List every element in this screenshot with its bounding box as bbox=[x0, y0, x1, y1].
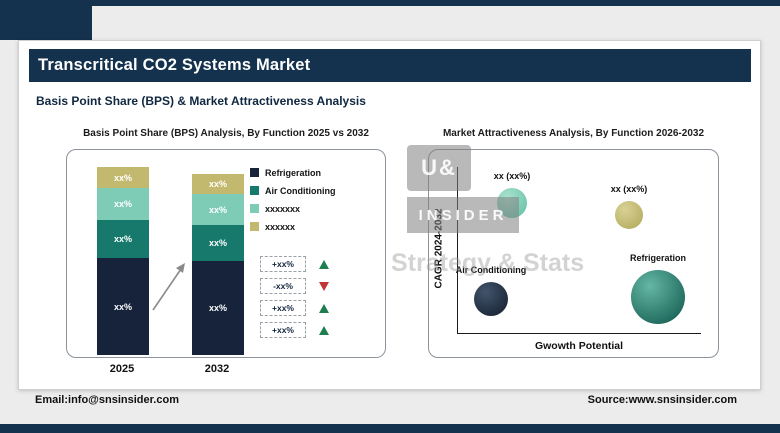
title-bar: Transcritical CO2 Systems Market bbox=[29, 49, 751, 82]
footer-email: Email:info@snsinsider.com bbox=[35, 394, 179, 406]
legend-item: Air Conditioning bbox=[250, 185, 335, 196]
bubble-label: Refrigeration bbox=[629, 253, 687, 263]
bps-panel: xx% xx% xx% xx% xx% xx% xx% xx% Refrigeration Ai… bbox=[66, 149, 386, 358]
bps-change-row: +xx% bbox=[260, 256, 329, 272]
top-border-strip bbox=[0, 0, 780, 6]
legend-swatch bbox=[250, 204, 259, 213]
bubble-khaki bbox=[615, 201, 643, 229]
legend-label: Air Conditioning bbox=[265, 185, 336, 196]
triangle-up-icon bbox=[319, 325, 329, 335]
bps-plot-area: xx% xx% xx% xx% xx% xx% xx% xx% bbox=[67, 150, 385, 357]
attract-plot-area: xx (xx%) xx (xx%) Air Conditioning Refriger… bbox=[429, 150, 718, 357]
bps-change-row: +xx% bbox=[260, 322, 329, 338]
bps-legend: Refrigeration Air Conditioning xxxxxxx xxxx… bbox=[250, 167, 335, 232]
trend-arrow-icon bbox=[152, 263, 185, 311]
report-card: Transcritical CO2 Systems Market Basis P… bbox=[18, 40, 761, 390]
triangle-up-icon bbox=[319, 259, 329, 269]
legend-label: xxxxxx bbox=[265, 221, 296, 232]
stacked-bar-2025: xx% xx% xx% xx% bbox=[97, 167, 149, 355]
bar-segment-refrigeration: xx% bbox=[192, 261, 244, 355]
legend-swatch bbox=[250, 168, 259, 177]
legend-item: xxxxxx bbox=[250, 221, 335, 232]
top-left-corner-block bbox=[0, 0, 92, 40]
bps-change-row: -xx% bbox=[260, 278, 329, 294]
bps-change-value: -xx% bbox=[260, 278, 306, 294]
bubble-label: xx (xx%) bbox=[493, 171, 531, 181]
stacked-bar-2032: xx% xx% xx% xx% bbox=[192, 174, 244, 355]
bps-chart-title: Basis Point Share (BPS) Analysis, By Fun… bbox=[83, 128, 369, 139]
legend-label: xxxxxxx bbox=[265, 203, 301, 214]
bubble-teal bbox=[631, 270, 685, 324]
bar-segment-air-conditioning: xx% bbox=[97, 220, 149, 258]
legend-swatch bbox=[250, 222, 259, 231]
bubble-label: xx (xx%) bbox=[610, 184, 648, 194]
bottom-border-strip bbox=[0, 424, 780, 433]
bar-segment-xxxxxxx: xx% bbox=[192, 194, 244, 225]
triangle-up-icon bbox=[319, 303, 329, 313]
legend-swatch bbox=[250, 186, 259, 195]
bar-segment-refrigeration: xx% bbox=[97, 258, 149, 355]
bps-change-value: +xx% bbox=[260, 300, 306, 316]
bps-change-row: +xx% bbox=[260, 300, 329, 316]
legend-item: Refrigeration bbox=[250, 167, 335, 178]
bubble-lightteal bbox=[497, 188, 527, 218]
axis-label-2032: 2032 bbox=[204, 363, 230, 375]
infographic-page: Transcritical CO2 Systems Market Basis P… bbox=[0, 0, 780, 433]
attract-chart-title: Market Attractiveness Analysis, By Funct… bbox=[442, 128, 705, 139]
legend-item: xxxxxxx bbox=[250, 203, 335, 214]
bps-change-value: +xx% bbox=[260, 256, 306, 272]
bubble-label: Air Conditioning bbox=[455, 265, 527, 275]
attract-panel: CAGR 2024-2032 Gwowth Potential xx (xx%)… bbox=[428, 149, 719, 358]
subtitle: Basis Point Share (BPS) & Market Attract… bbox=[36, 94, 366, 108]
bar-segment-xxxxxx: xx% bbox=[192, 174, 244, 194]
bps-change-value: +xx% bbox=[260, 322, 306, 338]
bps-changes: +xx% -xx% +xx% +xx% bbox=[260, 256, 329, 338]
triangle-down-icon bbox=[319, 281, 329, 291]
legend-label: Refrigeration bbox=[265, 167, 322, 178]
bar-segment-xxxxxx: xx% bbox=[97, 167, 149, 188]
axis-label-2025: 2025 bbox=[109, 363, 135, 375]
footer-source: Source:www.snsinsider.com bbox=[587, 394, 737, 406]
bar-segment-xxxxxxx: xx% bbox=[97, 188, 149, 220]
bubble-navy bbox=[474, 282, 508, 316]
bar-segment-air-conditioning: xx% bbox=[192, 225, 244, 261]
page-title: Transcritical CO2 Systems Market bbox=[38, 56, 311, 74]
